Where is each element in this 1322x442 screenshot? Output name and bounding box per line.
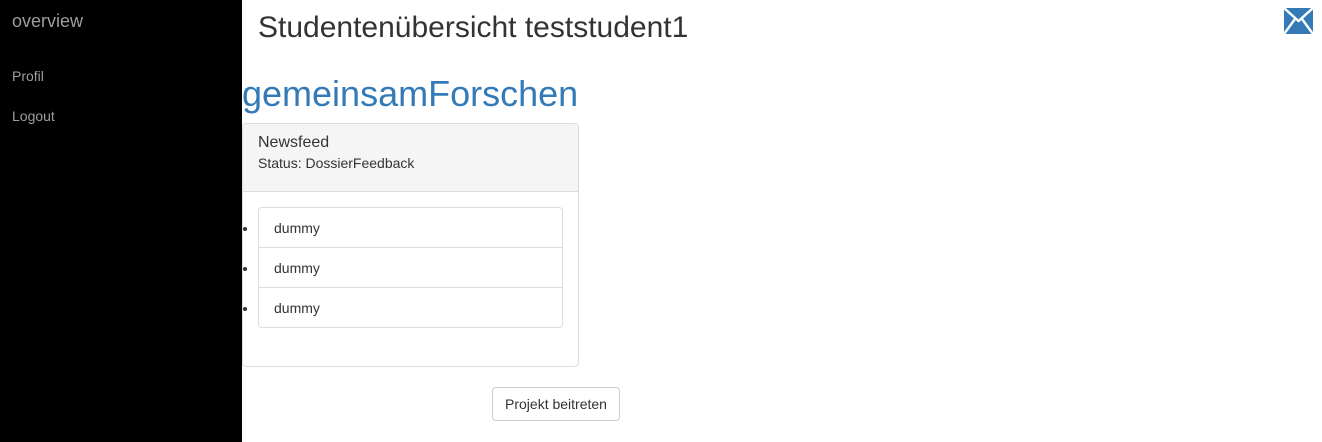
panel-heading: Newsfeed Status: DossierFeedback — [243, 124, 578, 192]
join-project-button[interactable]: Projekt beitreten — [492, 387, 620, 421]
envelope-icon[interactable] — [1283, 7, 1314, 35]
sidebar: overview Profil Logout — [0, 0, 242, 442]
project-title-link[interactable]: gemeinsamForschen — [242, 72, 578, 116]
list-item: dummy — [258, 207, 563, 248]
newsfeed-list: dummy dummy dummy — [258, 207, 563, 328]
sidebar-brand-overview[interactable]: overview — [12, 10, 83, 32]
list-item: dummy — [258, 247, 563, 288]
newsfeed-panel: Newsfeed Status: DossierFeedback dummy d… — [242, 123, 579, 367]
sidebar-item-logout[interactable]: Logout — [12, 106, 55, 126]
panel-title: Newsfeed — [258, 134, 330, 151]
status-text: Status: DossierFeedback — [258, 155, 415, 171]
page-title: Studentenübersicht teststudent1 — [258, 11, 689, 44]
list-item: dummy — [258, 287, 563, 328]
sidebar-item-profil[interactable]: Profil — [12, 66, 44, 86]
